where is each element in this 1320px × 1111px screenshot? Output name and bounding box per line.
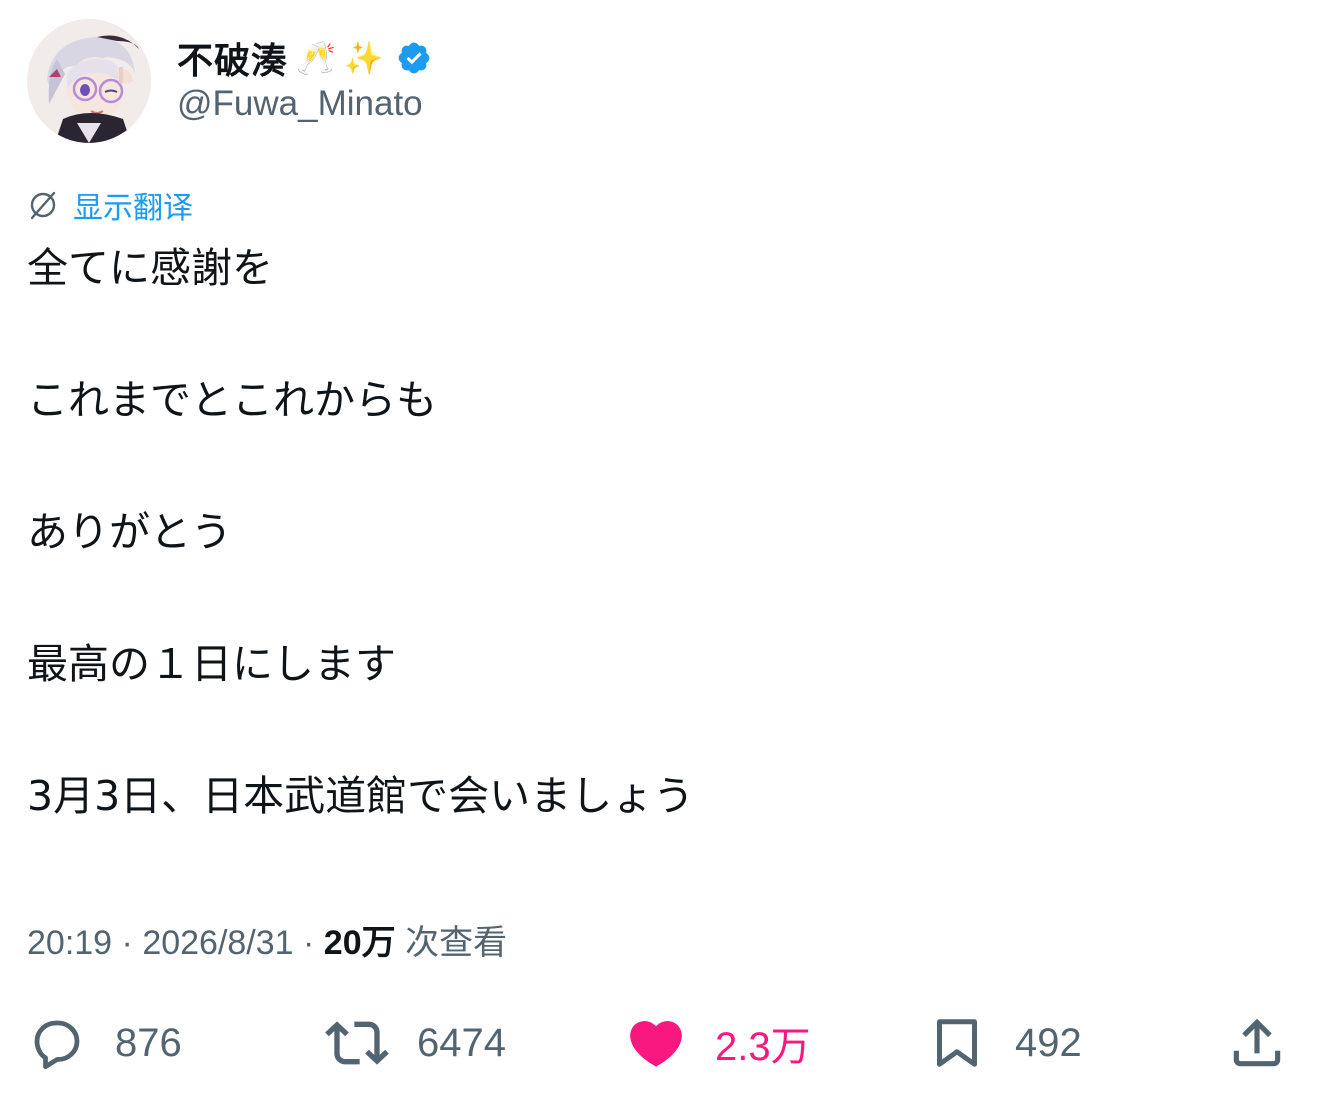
- tweet-line: 3月3日、日本武道館で会いましょう: [27, 772, 695, 820]
- retweet-button[interactable]: 6474: [325, 1008, 506, 1078]
- views-count[interactable]: 20万: [324, 924, 396, 962]
- meta-separator: ·: [293, 924, 324, 962]
- like-count: 2.3万: [715, 1025, 811, 1069]
- reply-button[interactable]: 876: [27, 1008, 182, 1078]
- retweet-icon: [325, 1021, 389, 1065]
- tweet-date[interactable]: 2026/8/31: [142, 924, 293, 962]
- tweet-line: 全てに感謝を: [27, 244, 273, 292]
- like-button[interactable]: 2.3万: [625, 1008, 811, 1078]
- sparkles-emoji: ✨: [343, 39, 384, 77]
- reply-count: 876: [115, 1020, 182, 1065]
- verified-badge-icon[interactable]: [396, 40, 432, 76]
- tweet-line: 最高の１日にします: [27, 640, 396, 688]
- author-display-name[interactable]: 不破湊: [177, 32, 288, 84]
- reply-icon: [34, 1020, 80, 1070]
- avatar[interactable]: [27, 19, 151, 143]
- share-button[interactable]: [1226, 1008, 1288, 1078]
- tweet-meta: 20:19 · 2026/8/31 · 20万 次查看: [27, 915, 507, 964]
- heart-icon: [630, 1021, 682, 1067]
- meta-separator: ·: [112, 924, 143, 962]
- tweet-actions: 876 6474 2.3万 492: [0, 1008, 1320, 1078]
- globe-slash-icon: [27, 189, 59, 221]
- bookmark-button[interactable]: 492: [927, 1008, 1082, 1078]
- author-name-row[interactable]: 不破湊 🥂 ✨: [177, 32, 432, 84]
- bookmark-count: 492: [1015, 1020, 1082, 1065]
- share-icon: [1233, 1018, 1281, 1067]
- retweet-count: 6474: [417, 1020, 506, 1065]
- champagne-emoji: 🥂: [296, 39, 336, 77]
- show-translation-button[interactable]: 显示翻译: [27, 183, 193, 227]
- show-translation-label: 显示翻译: [73, 191, 193, 226]
- tweet-line: ありがとう: [27, 508, 232, 556]
- avatar-image: [27, 19, 151, 143]
- tweet-line: これまでとこれからも: [27, 376, 437, 424]
- views-label: 次查看: [405, 924, 508, 962]
- tweet-time[interactable]: 20:19: [27, 924, 112, 962]
- author-handle[interactable]: @Fuwa_Minato: [177, 84, 423, 124]
- bookmark-icon: [937, 1019, 977, 1067]
